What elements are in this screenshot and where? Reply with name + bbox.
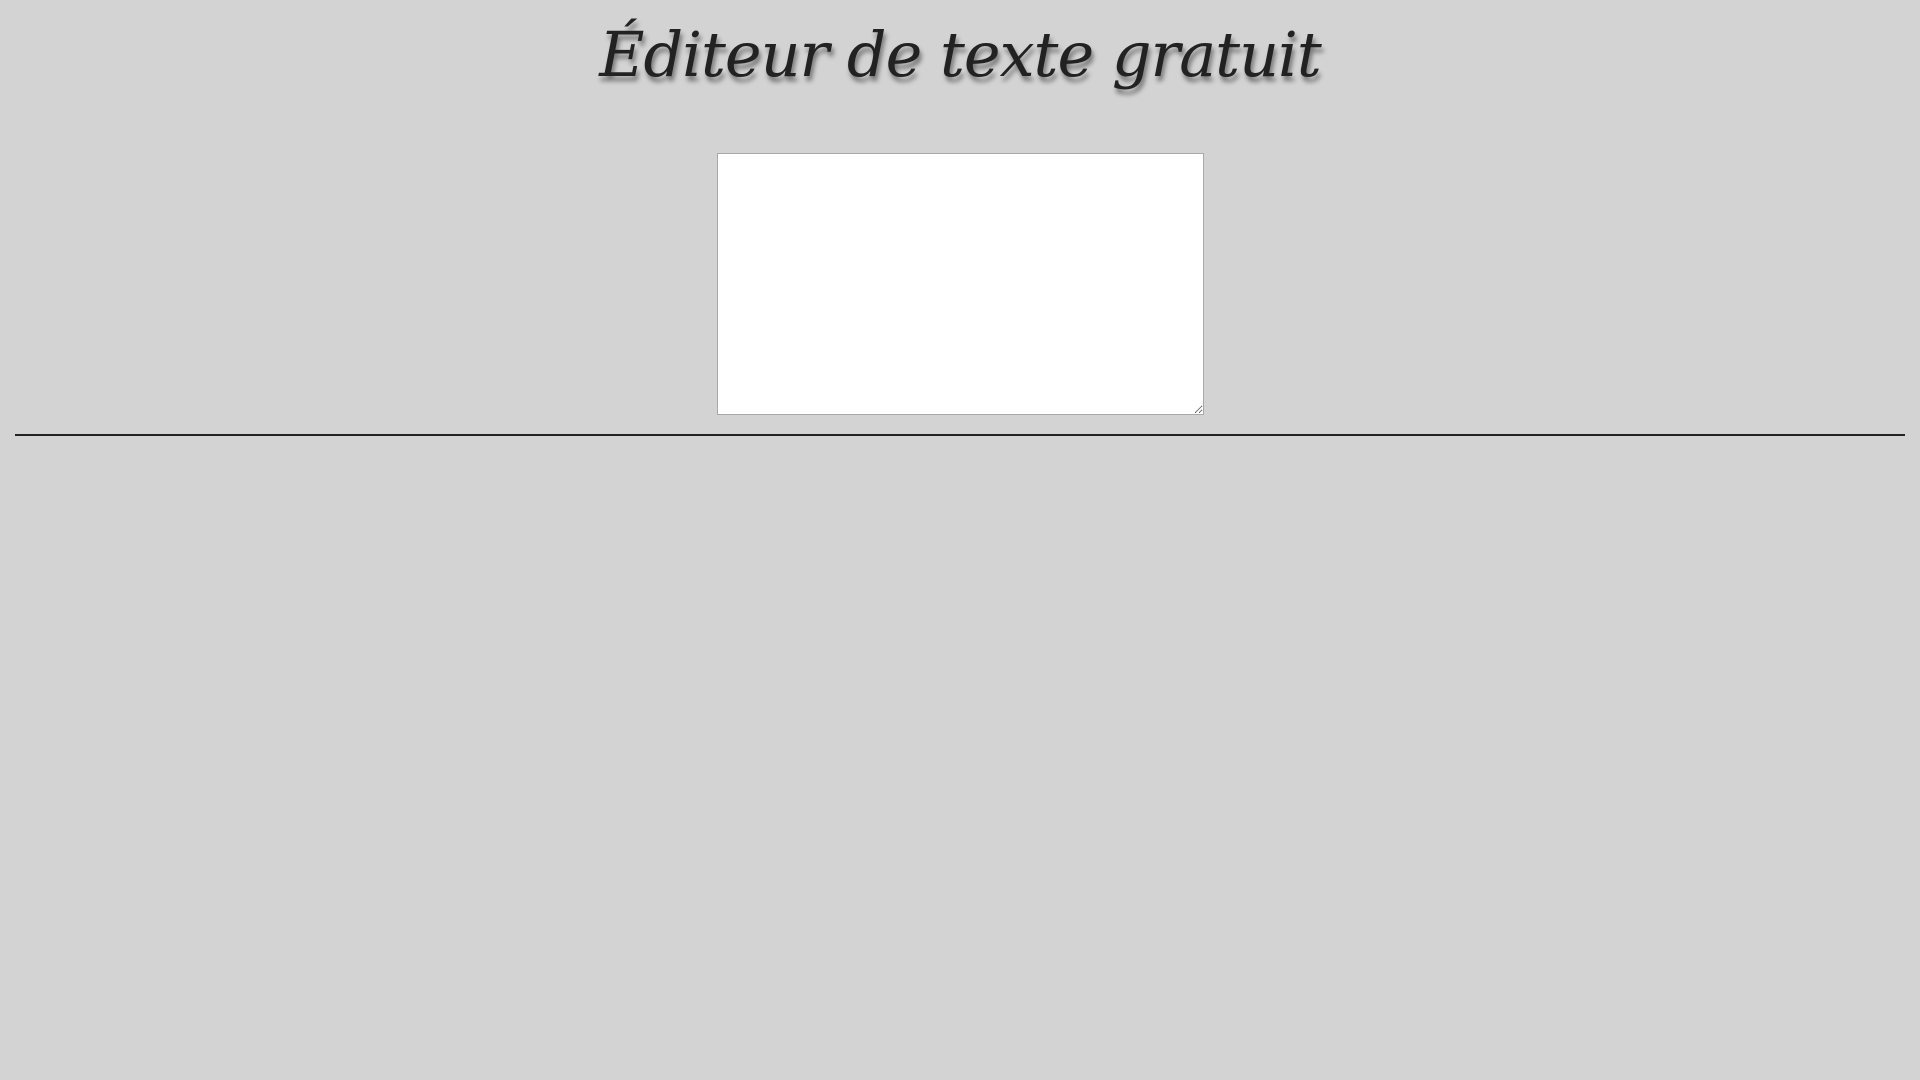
horizontal-divider xyxy=(15,434,1905,436)
editor-container xyxy=(717,153,1204,415)
text-editor-textarea[interactable] xyxy=(717,153,1204,415)
page-title: Éditeur de texte gratuit xyxy=(599,18,1322,91)
